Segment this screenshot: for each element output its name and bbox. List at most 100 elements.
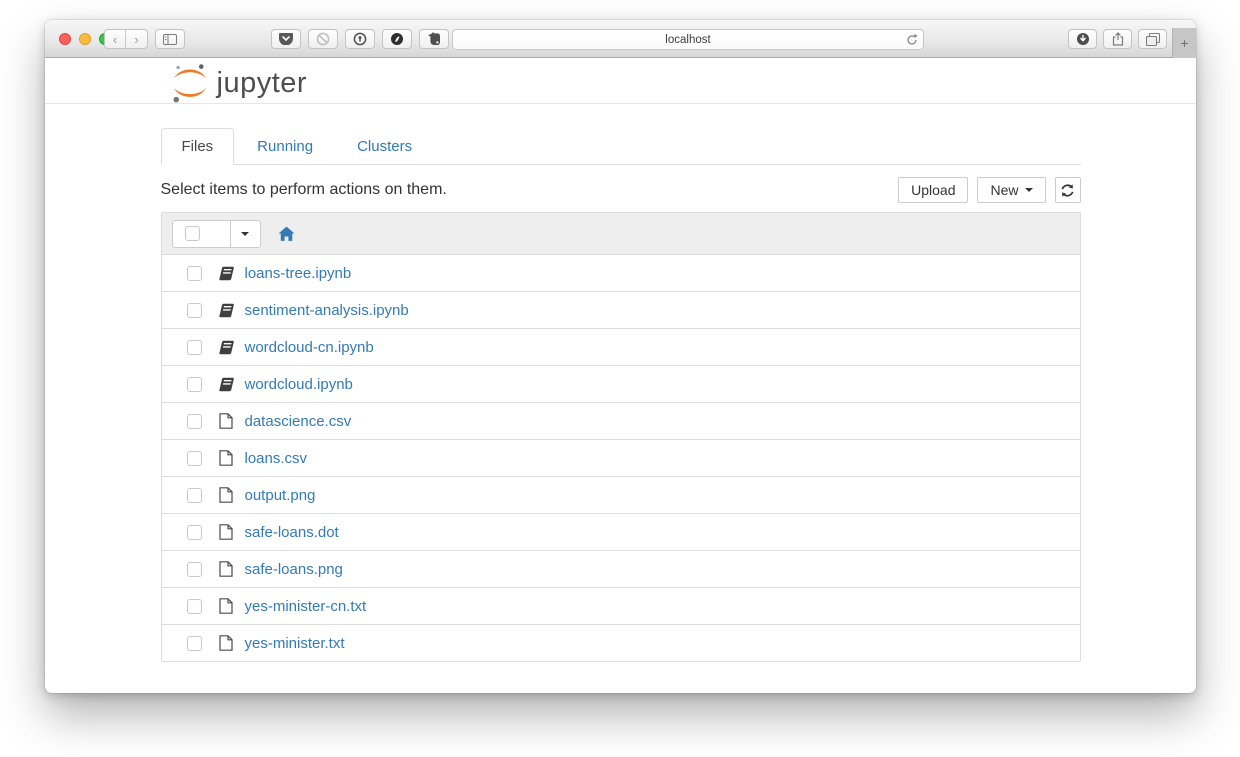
pocket-extension-button[interactable] [271, 29, 301, 49]
sidebar-icon [163, 33, 177, 45]
browser-window: ‹ › localhost + jupyter Files Running Cl… [45, 20, 1196, 693]
upload-button-label: Upload [911, 182, 956, 198]
back-icon: ‹ [112, 31, 118, 47]
evernote-extension-button[interactable] [419, 29, 449, 49]
file-row: loans-tree.ipynb [161, 254, 1080, 291]
file-link[interactable]: wordcloud.ipynb [245, 376, 353, 393]
file-checkbox[interactable] [186, 524, 202, 540]
jupyter-header: jupyter [45, 58, 1196, 104]
jupyter-logo-link[interactable]: jupyter [161, 58, 1081, 104]
reload-button[interactable] [906, 33, 918, 46]
adblock-extension-button[interactable] [382, 29, 412, 49]
file-link[interactable]: output.png [245, 487, 316, 504]
pocket-icon [279, 33, 293, 45]
select-items-message: Select items to perform actions on them. [160, 181, 447, 198]
minimize-window-button[interactable] [79, 33, 91, 45]
plus-icon: + [1180, 35, 1189, 51]
file-row: datascience.csv [161, 402, 1080, 439]
tab-overview-button[interactable] [1138, 29, 1167, 49]
evernote-icon [427, 32, 440, 45]
file-row: safe-loans.dot [161, 513, 1080, 550]
notebook-icon [218, 340, 234, 354]
caret-down-icon [1024, 188, 1033, 192]
downloads-button[interactable] [1068, 29, 1097, 49]
file-checkbox[interactable] [186, 561, 202, 577]
file-link[interactable]: sentiment-analysis.ipynb [245, 302, 409, 319]
file-row: yes-minister-cn.txt [161, 587, 1080, 624]
onepassword-extension-button[interactable] [345, 29, 375, 49]
tab-running[interactable]: Running [236, 128, 334, 164]
select-all-checkbox[interactable] [184, 226, 200, 241]
jupyter-logo [172, 64, 206, 103]
select-all-button-group [171, 219, 261, 248]
tab-clusters[interactable]: Clusters [336, 128, 433, 164]
refresh-button[interactable] [1054, 177, 1081, 203]
close-window-button[interactable] [59, 33, 71, 45]
file-row: wordcloud.ipynb [161, 365, 1080, 402]
file-checkbox[interactable] [186, 376, 202, 392]
dashboard-tabs: Files Running Clusters [160, 128, 1081, 165]
file-link[interactable]: yes-minister.txt [245, 635, 345, 652]
file-checkbox[interactable] [186, 450, 202, 466]
upload-button[interactable]: Upload [898, 177, 969, 203]
file-link[interactable]: safe-loans.dot [245, 524, 339, 541]
file-icon [218, 524, 233, 540]
file-row: output.png [161, 476, 1080, 513]
file-link[interactable]: yes-minister-cn.txt [245, 598, 367, 615]
share-icon [1112, 32, 1123, 46]
file-link[interactable]: wordcloud-cn.ipynb [245, 339, 374, 356]
file-rows: loans-tree.ipynb sentiment-analysis.ipyn… [161, 254, 1080, 661]
select-dropdown-button[interactable] [231, 221, 260, 247]
notebook-icon [218, 303, 234, 317]
file-icon [218, 561, 233, 577]
blocked-icon [316, 32, 330, 46]
jupyter-dashboard: jupyter Files Running Clusters Select it… [45, 58, 1196, 692]
refresh-icon [1061, 183, 1074, 197]
file-link[interactable]: loans-tree.ipynb [245, 265, 352, 282]
file-checkbox[interactable] [186, 265, 202, 281]
browser-toolbar: ‹ › localhost + [45, 20, 1196, 58]
file-row: sentiment-analysis.ipynb [161, 291, 1080, 328]
nav-button-group: ‹ › [104, 29, 148, 49]
file-checkbox[interactable] [186, 598, 202, 614]
file-link[interactable]: datascience.csv [245, 413, 352, 430]
notebook-icon [218, 377, 234, 391]
file-checkbox[interactable] [186, 302, 202, 318]
file-checkbox[interactable] [186, 635, 202, 651]
home-icon [278, 226, 294, 241]
select-all-cell [173, 220, 231, 247]
file-checkbox[interactable] [186, 413, 202, 429]
address-bar[interactable]: localhost [452, 29, 924, 50]
notebook-icon [218, 266, 234, 280]
blocked-extension-button[interactable] [308, 29, 338, 49]
new-tab-button[interactable]: + [1172, 28, 1196, 58]
file-row: safe-loans.png [161, 550, 1080, 587]
file-icon [218, 635, 233, 651]
share-button[interactable] [1103, 29, 1132, 49]
downloads-icon [1076, 33, 1089, 45]
sidebar-toggle-button[interactable] [155, 29, 185, 49]
adblock-icon [391, 33, 403, 45]
reload-icon [907, 34, 918, 45]
file-checkbox[interactable] [186, 487, 202, 503]
tab-files[interactable]: Files [160, 128, 235, 165]
file-list-header [161, 213, 1080, 254]
file-row: loans.csv [161, 439, 1080, 476]
file-row: wordcloud-cn.ipynb [161, 328, 1080, 365]
file-checkbox[interactable] [186, 339, 202, 355]
back-button[interactable]: ‹ [105, 30, 126, 48]
file-row: yes-minister.txt [161, 624, 1080, 661]
file-icon [218, 598, 233, 614]
new-dropdown-button[interactable]: New [977, 177, 1046, 203]
onepassword-icon [353, 32, 367, 46]
file-icon [218, 450, 233, 466]
new-button-label: New [990, 182, 1019, 198]
file-link[interactable]: safe-loans.png [245, 561, 343, 578]
tab-overview-icon [1145, 32, 1160, 46]
file-link[interactable]: loans.csv [245, 450, 308, 467]
file-list: loans-tree.ipynb sentiment-analysis.ipyn… [160, 212, 1081, 662]
forward-button[interactable]: › [126, 30, 147, 48]
home-breadcrumb-button[interactable] [278, 226, 295, 242]
address-text: localhost [665, 33, 711, 46]
caret-down-icon [241, 231, 249, 236]
